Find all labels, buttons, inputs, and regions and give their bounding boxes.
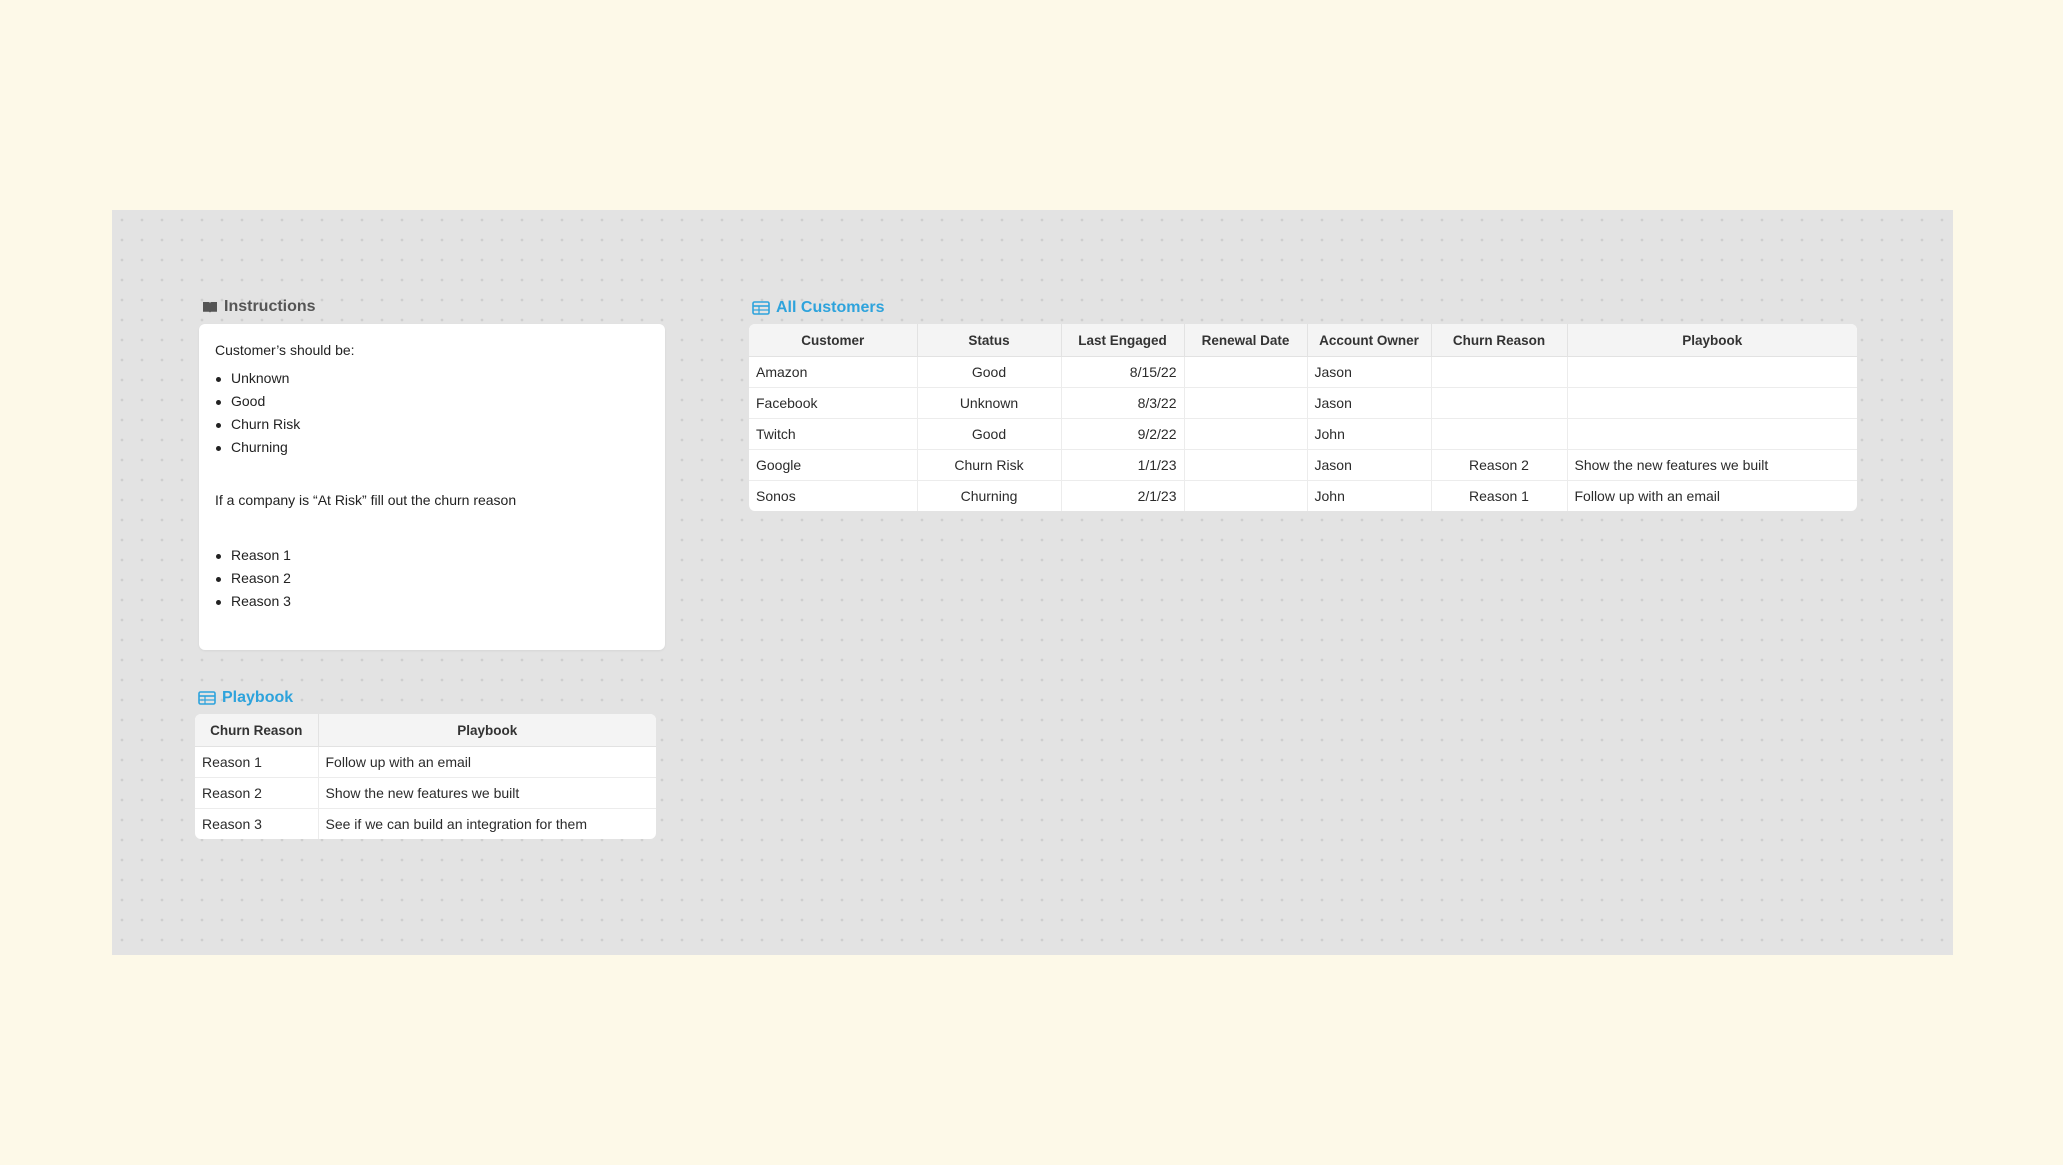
- instructions-intro: Customer’s should be:: [215, 342, 355, 358]
- table-row[interactable]: Reason 3 See if we can build an integrat…: [195, 808, 656, 840]
- cell-churn-reason[interactable]: [1431, 356, 1568, 388]
- column-header-playbook[interactable]: Playbook: [1567, 324, 1857, 357]
- table-row[interactable]: Amazon Good 8/15/22 Jason: [749, 356, 1857, 388]
- column-header-playbook[interactable]: Playbook: [318, 714, 656, 747]
- cell-playbook[interactable]: Follow up with an email: [318, 746, 656, 778]
- cell-status[interactable]: Churn Risk: [917, 449, 1062, 481]
- cell-playbook[interactable]: [1567, 356, 1857, 388]
- cell-playbook[interactable]: [1567, 418, 1857, 450]
- reason-list-item: Reason 2: [216, 567, 649, 590]
- reason-list-item: Reason 3: [216, 590, 649, 613]
- all-customers-title-label: All Customers: [776, 299, 885, 316]
- cell-status[interactable]: Churning: [917, 480, 1062, 511]
- cell-churn-reason[interactable]: Reason 1: [1431, 480, 1568, 511]
- table-header-row: Churn Reason Playbook: [195, 714, 656, 747]
- cell-churn-reason[interactable]: [1431, 387, 1568, 419]
- playbook-title-label: Playbook: [222, 689, 294, 706]
- customers-table: Customer Status Last Engaged Renewal Dat…: [749, 324, 1857, 511]
- cell-status[interactable]: Good: [917, 356, 1062, 388]
- status-list-item: Churn Risk: [216, 413, 649, 436]
- cell-churn-reason[interactable]: Reason 3: [195, 808, 319, 839]
- status-list-item: Churning: [216, 436, 649, 459]
- cell-churn-reason[interactable]: [1431, 418, 1568, 450]
- cell-churn-reason[interactable]: Reason 2: [195, 777, 319, 809]
- cell-customer[interactable]: Sonos: [749, 480, 918, 511]
- column-header-account-owner[interactable]: Account Owner: [1307, 324, 1432, 357]
- cell-status[interactable]: Good: [917, 418, 1062, 450]
- reason-list: Reason 1 Reason 2 Reason 3: [215, 544, 649, 613]
- table-row[interactable]: Reason 1 Follow up with an email: [195, 746, 656, 778]
- cell-churn-reason[interactable]: Reason 1: [195, 746, 319, 778]
- book-icon: [202, 301, 218, 314]
- cell-playbook[interactable]: Show the new features we built: [1567, 449, 1857, 481]
- column-header-renewal-date[interactable]: Renewal Date: [1184, 324, 1308, 357]
- cell-status[interactable]: Unknown: [917, 387, 1062, 419]
- cell-playbook[interactable]: Show the new features we built: [318, 777, 656, 809]
- table-row[interactable]: Facebook Unknown 8/3/22 Jason: [749, 387, 1857, 419]
- cell-last-engaged[interactable]: 1/1/23: [1061, 449, 1185, 481]
- cell-last-engaged[interactable]: 8/3/22: [1061, 387, 1185, 419]
- cell-playbook[interactable]: See if we can build an integration for t…: [318, 809, 656, 840]
- instructions-title[interactable]: Instructions: [202, 298, 316, 316]
- table-row[interactable]: Sonos Churning 2/1/23 John Reason 1 Foll…: [749, 480, 1857, 512]
- table-icon: [198, 691, 216, 705]
- instructions-card[interactable]: Customer’s should be: Unknown Good Churn…: [199, 324, 665, 650]
- cell-last-engaged[interactable]: 8/15/22: [1061, 356, 1185, 388]
- cell-account-owner[interactable]: John: [1307, 480, 1432, 511]
- cell-account-owner[interactable]: Jason: [1307, 449, 1432, 481]
- cell-renewal-date[interactable]: [1184, 356, 1308, 388]
- cell-renewal-date[interactable]: [1184, 449, 1308, 481]
- table-row[interactable]: Twitch Good 9/2/22 John: [749, 418, 1857, 450]
- cell-account-owner[interactable]: John: [1307, 418, 1432, 450]
- playbook-table: Churn Reason Playbook Reason 1 Follow up…: [195, 714, 656, 839]
- status-list-item: Unknown: [216, 367, 649, 390]
- table-icon: [752, 301, 770, 315]
- all-customers-title[interactable]: All Customers: [752, 299, 884, 317]
- cell-account-owner[interactable]: Jason: [1307, 387, 1432, 419]
- column-header-churn-reason[interactable]: Churn Reason: [1431, 324, 1568, 357]
- cell-renewal-date[interactable]: [1184, 480, 1308, 511]
- status-list: Unknown Good Churn Risk Churning: [215, 367, 649, 459]
- column-header-churn-reason[interactable]: Churn Reason: [195, 714, 319, 747]
- cell-last-engaged[interactable]: 9/2/22: [1061, 418, 1185, 450]
- cell-renewal-date[interactable]: [1184, 387, 1308, 419]
- cell-playbook[interactable]: Follow up with an email: [1567, 481, 1857, 512]
- cell-customer[interactable]: Google: [749, 449, 918, 481]
- table-row[interactable]: Reason 2 Show the new features we built: [195, 777, 656, 809]
- canvas: Instructions Customer’s should be: Unkno…: [112, 210, 1953, 955]
- cell-customer[interactable]: Amazon: [749, 356, 918, 388]
- table-header-row: Customer Status Last Engaged Renewal Dat…: [749, 324, 1857, 357]
- status-list-item: Good: [216, 390, 649, 413]
- instructions-title-label: Instructions: [224, 298, 316, 315]
- cell-last-engaged[interactable]: 2/1/23: [1061, 480, 1185, 511]
- cell-account-owner[interactable]: Jason: [1307, 356, 1432, 388]
- cell-customer[interactable]: Facebook: [749, 387, 918, 419]
- table-row[interactable]: Google Churn Risk 1/1/23 Jason Reason 2 …: [749, 449, 1857, 481]
- column-header-last-engaged[interactable]: Last Engaged: [1061, 324, 1185, 357]
- reason-list-item: Reason 1: [216, 544, 649, 567]
- column-header-status[interactable]: Status: [917, 324, 1062, 357]
- column-header-customer[interactable]: Customer: [749, 324, 918, 357]
- playbook-title[interactable]: Playbook: [198, 689, 293, 707]
- cell-renewal-date[interactable]: [1184, 418, 1308, 450]
- cell-playbook[interactable]: [1567, 387, 1857, 419]
- cell-customer[interactable]: Twitch: [749, 418, 918, 450]
- instructions-note: If a company is “At Risk” fill out the c…: [215, 492, 517, 508]
- cell-churn-reason[interactable]: Reason 2: [1431, 449, 1568, 481]
